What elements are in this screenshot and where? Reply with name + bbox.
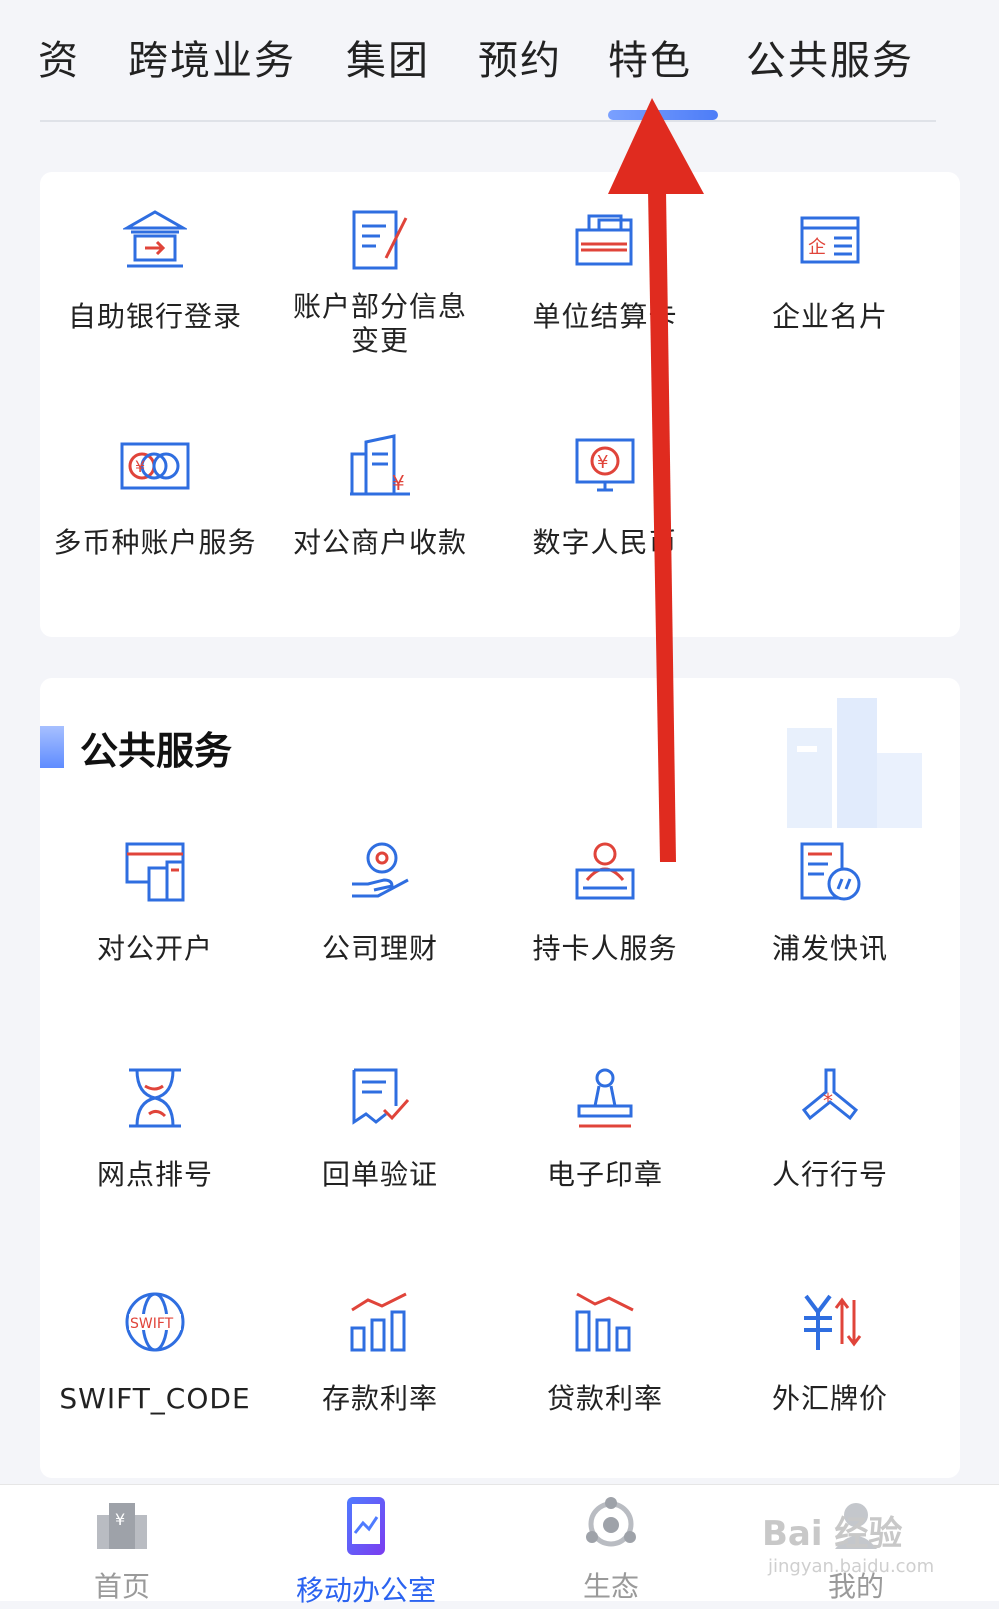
home-icon: ¥	[97, 1503, 147, 1549]
nav-home[interactable]: ¥ 首页	[22, 1495, 222, 1605]
grid-item-business-card[interactable]: 企 企业名片	[715, 208, 945, 334]
grid-item-label: 对公开户	[96, 932, 213, 965]
bank-code-icon: *	[801, 1068, 859, 1121]
svg-text:¥: ¥	[597, 452, 608, 473]
grid-item-label: 对公商户收款	[292, 526, 467, 559]
tab-group[interactable]: 集团	[346, 28, 430, 86]
grid-item-label: 企业名片	[771, 300, 888, 333]
grid-item-bank-login[interactable]: 自助银行登录	[40, 208, 270, 334]
tab-featured[interactable]: 特色	[608, 28, 692, 86]
ecosystem-icon	[586, 1497, 636, 1547]
watermark: Bai 经验	[762, 1514, 903, 1554]
grid-item-receipt-verify[interactable]: 回单验证	[265, 1066, 495, 1192]
tab-partial[interactable]: 资	[38, 28, 80, 86]
top-tab-bar: 资 跨境业务 集团 预约 特色 公共服务	[0, 0, 999, 124]
mobile-office-icon	[347, 1497, 385, 1555]
grid-item-account-edit[interactable]: 账户部分信息 变更	[265, 208, 495, 358]
grid-item-label: 外汇牌价	[771, 1382, 888, 1415]
grid-item-label: 账户部分信息 变更	[292, 290, 467, 357]
nav-label: 生态	[582, 1570, 639, 1603]
bank-login-icon	[123, 210, 187, 268]
tab-appointment[interactable]: 预约	[478, 28, 562, 86]
grid-item-loan-rate[interactable]: 贷款利率	[490, 1290, 720, 1416]
grid-item-deposit-rate[interactable]: 存款利率	[265, 1290, 495, 1416]
nav-label: 移动办公室	[295, 1574, 436, 1607]
grid-item-label: 网点排号	[96, 1158, 213, 1191]
grid-item-cardholder[interactable]: 持卡人服务	[490, 840, 720, 966]
grid-item-label: 存款利率	[321, 1382, 438, 1415]
section-accent-bar	[40, 726, 64, 768]
merchant-collection-icon: ¥	[350, 434, 410, 496]
grid-item-label: 持卡人服务	[532, 932, 678, 965]
grid-item-label: 数字人民币	[532, 526, 678, 559]
grid-item-e-seal[interactable]: 电子印章	[490, 1066, 720, 1192]
public-service-card: 公共服务 对公开户 公司理财 持卡人服务 浦发快讯 网点排号 回单验证 电子印章…	[40, 678, 960, 1478]
nav-mobile-office[interactable]: 移动办公室	[266, 1495, 466, 1609]
grid-item-label: 回单验证	[321, 1158, 438, 1191]
svg-text:企: 企	[808, 237, 826, 258]
tab-public-service[interactable]: 公共服务	[746, 28, 914, 86]
grid-item-label: 浦发快讯	[771, 932, 888, 965]
svg-text:¥: ¥	[115, 1510, 125, 1529]
grid-item-multi-currency[interactable]: ¥ 多币种账户服务	[40, 434, 270, 560]
account-edit-icon	[352, 210, 408, 270]
grid-item-settlement-card[interactable]: 单位结算卡	[490, 208, 720, 334]
grid-item-label: 多币种账户服务	[53, 526, 257, 559]
grid-item-label: SWIFT_CODE	[59, 1382, 251, 1415]
svg-text:¥: ¥	[392, 471, 405, 495]
fx-rate-icon	[804, 1294, 862, 1350]
grid-item-label: 贷款利率	[546, 1382, 663, 1415]
grid-item-label: 人行行号	[771, 1158, 888, 1191]
hourglass-queue-icon	[129, 1068, 181, 1128]
grid-item-label: 单位结算卡	[532, 300, 678, 333]
grid-item-merchant-collection[interactable]: ¥ 对公商户收款	[265, 434, 495, 560]
nav-label: 首页	[93, 1570, 150, 1603]
svg-text:¥: ¥	[135, 457, 145, 476]
settlement-card-icon	[575, 214, 633, 266]
cardholder-icon	[575, 842, 635, 900]
news-icon	[800, 842, 861, 901]
receipt-verify-icon	[352, 1068, 410, 1125]
featured-services-card: 自助银行登录 账户部分信息 变更 单位结算卡 企 企业名片 ¥ 多币种账户服务 …	[40, 172, 960, 637]
e-seal-icon	[577, 1068, 633, 1128]
svg-text:*: *	[823, 1089, 833, 1113]
tab-cross-border[interactable]: 跨境业务	[128, 28, 296, 86]
grid-item-label: 公司理财	[321, 932, 438, 965]
tab-divider	[40, 120, 936, 122]
grid-item-queue[interactable]: 网点排号	[40, 1066, 270, 1192]
business-card-icon: 企	[800, 216, 860, 264]
grid-item-open-account[interactable]: 对公开户	[40, 840, 270, 966]
section-title: 公共服务	[80, 729, 233, 773]
grid-item-label: 自助银行登录	[67, 300, 242, 333]
grid-item-digital-rmb[interactable]: ¥ 数字人民币	[490, 434, 720, 560]
deposit-rate-icon	[350, 1292, 407, 1352]
grid-item-fx-rate[interactable]: 外汇牌价	[715, 1290, 945, 1416]
active-tab-indicator	[608, 110, 718, 120]
svg-text:SWIFT: SWIFT	[130, 1316, 174, 1332]
grid-item-wealth[interactable]: 公司理财	[265, 840, 495, 966]
buildings-decoration-icon	[787, 698, 922, 828]
nav-ecosystem[interactable]: 生态	[511, 1495, 711, 1605]
watermark-url: jingyan.baidu.com	[768, 1556, 935, 1577]
grid-item-label: 电子印章	[546, 1158, 663, 1191]
wealth-icon	[352, 842, 409, 898]
digital-rmb-icon: ¥	[575, 438, 635, 492]
loan-rate-icon	[575, 1292, 634, 1352]
grid-item-bank-code[interactable]: * 人行行号	[715, 1066, 945, 1192]
swift-globe-icon: SWIFT	[125, 1292, 185, 1352]
grid-item-news[interactable]: 浦发快讯	[715, 840, 945, 966]
multi-currency-icon: ¥	[120, 442, 190, 490]
open-account-icon	[125, 842, 185, 902]
grid-item-swift[interactable]: SWIFT SWIFT_CODE	[40, 1290, 270, 1416]
